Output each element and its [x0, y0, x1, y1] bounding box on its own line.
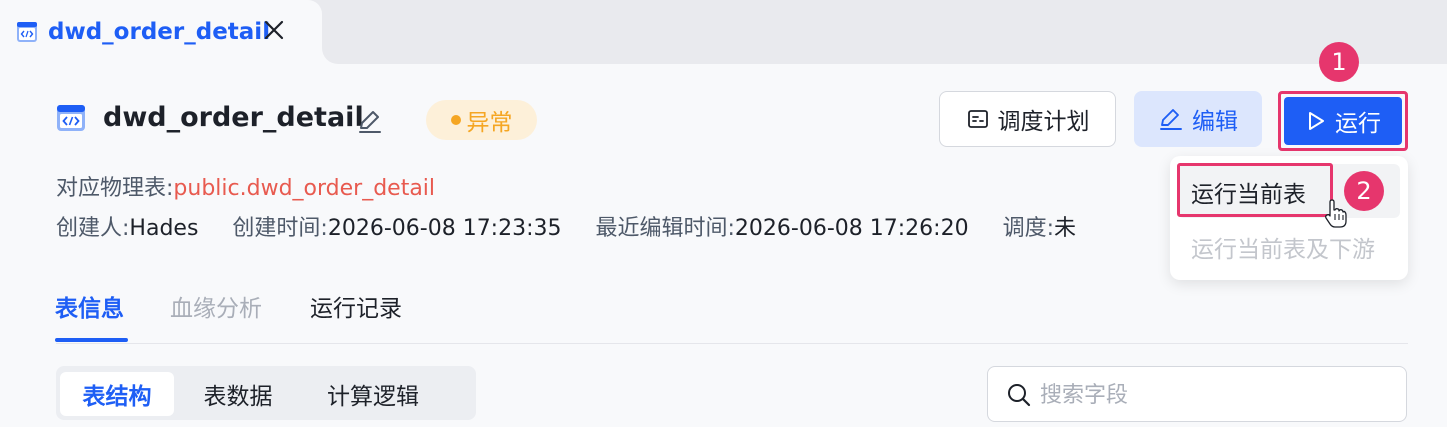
- created-time-value: 2026-06-08 17:23:35: [327, 216, 562, 241]
- schedule-plan-label: 调度计划: [997, 109, 1090, 135]
- edit-pencil-icon[interactable]: [356, 107, 384, 135]
- step-badge-1: 1: [1319, 42, 1359, 82]
- search-input[interactable]: [1038, 375, 1392, 415]
- page-title: dwd_order_detail: [103, 102, 364, 133]
- physical-table-row: 对应物理表:public.dwd_order_detail: [56, 170, 435, 202]
- subtab-data[interactable]: 表数据: [178, 372, 298, 416]
- run-button-highlight: 运行: [1278, 91, 1408, 151]
- schedule-label: 调度:: [1002, 216, 1054, 241]
- edited-time-label: 最近编辑时间:: [595, 216, 735, 241]
- subtab-segment: 表结构 表数据 计算逻辑: [56, 366, 476, 420]
- status-text: 异常: [466, 110, 513, 136]
- physical-table-label: 对应物理表:: [56, 176, 174, 201]
- edited-time-value: 2026-06-08 17:26:20: [734, 216, 969, 241]
- run-button[interactable]: 运行: [1284, 97, 1402, 145]
- play-icon: [1309, 112, 1324, 130]
- run-label: 运行: [1335, 111, 1381, 137]
- tabs-divider: [56, 343, 1408, 344]
- created-time-label: 创建时间:: [232, 216, 328, 241]
- tab-title: dwd_order_detail: [48, 19, 271, 45]
- tab-lineage[interactable]: 血缘分析: [170, 289, 262, 323]
- menu-item-run-current[interactable]: 运行当前表: [1191, 175, 1306, 209]
- status-dot: [450, 115, 461, 125]
- code-file-icon: [16, 21, 38, 43]
- hand-cursor-icon: [1322, 198, 1348, 230]
- step-badge-2: 2: [1344, 171, 1384, 211]
- search-icon: [1006, 382, 1032, 408]
- schedule-value: 未: [1054, 216, 1077, 241]
- meta-info-row: 创建人:Hades 创建时间:2026-06-08 17:23:35 最近编辑时间:…: [56, 210, 1166, 242]
- search-box[interactable]: [987, 366, 1407, 422]
- creator-value: Hades: [129, 216, 199, 241]
- subtab-structure[interactable]: 表结构: [60, 372, 174, 416]
- tab-table-info[interactable]: 表信息: [55, 289, 124, 323]
- close-icon[interactable]: [262, 18, 286, 42]
- schedule-plan-button[interactable]: 调度计划: [939, 91, 1116, 147]
- pencil-icon: [1160, 109, 1182, 130]
- calendar-plan-icon: [967, 110, 988, 128]
- code-file-icon: [56, 104, 86, 132]
- status-badge: 异常: [426, 100, 537, 140]
- tab-bar: dwd_order_detail: [0, 0, 1447, 64]
- edit-label: 编辑: [1192, 109, 1238, 135]
- creator-label: 创建人:: [56, 216, 130, 241]
- active-tab-underline: [55, 338, 128, 342]
- tab-run-records[interactable]: 运行记录: [310, 289, 402, 323]
- subtab-logic[interactable]: 计算逻辑: [306, 372, 440, 416]
- edit-button[interactable]: 编辑: [1134, 91, 1262, 147]
- menu-item-run-downstream[interactable]: 运行当前表及下游: [1191, 230, 1375, 264]
- physical-table-link[interactable]: public.dwd_order_detail: [173, 176, 435, 201]
- tab-corner: [322, 48, 338, 64]
